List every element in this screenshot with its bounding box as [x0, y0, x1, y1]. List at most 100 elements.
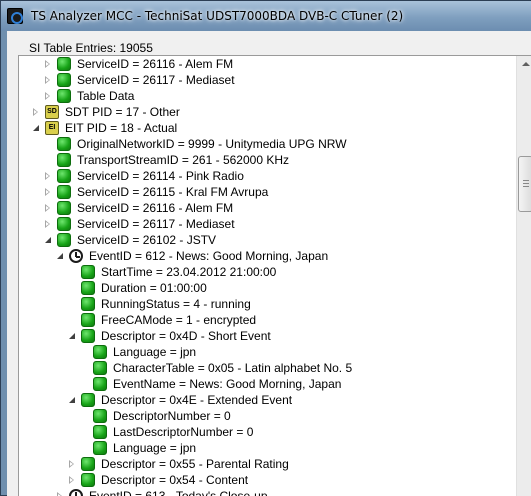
green-square-icon [57, 89, 71, 103]
tree-node-label: FreeCAMode = 1 - encrypted [101, 313, 257, 327]
expand-arrow-icon[interactable] [45, 60, 50, 68]
tree-node-label: OriginalNetworkID = 9999 - Unitymedia UP… [77, 137, 347, 151]
tree-node[interactable]: Language = jpn [19, 440, 509, 456]
expand-arrow-icon[interactable] [45, 220, 50, 228]
collapse-arrow-icon[interactable] [69, 333, 75, 339]
green-square-icon [57, 217, 71, 231]
green-square-icon [81, 393, 95, 407]
tree-node-label: ServiceID = 26102 - JSTV [77, 233, 217, 247]
expand-arrow-icon[interactable] [33, 108, 38, 116]
tree-node-label: Duration = 01:00:00 [101, 281, 207, 295]
collapse-arrow-icon[interactable] [45, 237, 51, 243]
tree-node[interactable]: ServiceID = 26116 - Alem FM [19, 200, 509, 216]
client-area: SI Table Entries: 19055 EventID = 613 - … [7, 31, 531, 496]
tree-node[interactable]: StartTime = 23.04.2012 21:00:00 [19, 264, 509, 280]
green-square-icon [81, 297, 95, 311]
clock-icon [69, 249, 83, 263]
tree-node[interactable]: ServiceID = 26116 - Alem FM [19, 56, 509, 72]
tree-node[interactable]: Descriptor = 0x54 - Content [19, 472, 509, 488]
tree-node[interactable]: EI EIT PID = 18 - Actual [19, 120, 509, 136]
tree-node[interactable]: ServiceID = 26114 - Pink Radio [19, 168, 509, 184]
tree-node[interactable]: DescriptorNumber = 0 [19, 408, 509, 424]
expand-arrow-icon[interactable] [69, 460, 74, 468]
expand-arrow-icon[interactable] [57, 492, 62, 496]
green-square-icon [93, 425, 107, 439]
tree-node-label: ServiceID = 26117 - Mediaset [77, 217, 235, 231]
tree-node[interactable]: CharacterTable = 0x05 - Latin alphabet N… [19, 360, 509, 376]
tree-node-label: RunningStatus = 4 - running [101, 297, 251, 311]
tree-node[interactable]: EventID = 613 - Today's Close-up [19, 488, 509, 496]
tree-node[interactable]: RunningStatus = 4 - running [19, 296, 509, 312]
green-square-icon [57, 73, 71, 87]
tree-node[interactable]: Descriptor = 0x55 - Parental Rating [19, 456, 509, 472]
tree-node[interactable]: ServiceID = 26117 - Mediaset [19, 216, 509, 232]
tree-node-label: EventName = News: Good Morning, Japan [113, 377, 342, 391]
tree-node-label: DescriptorNumber = 0 [113, 409, 231, 423]
tree-node-label: EIT PID = 18 - Actual [65, 121, 178, 135]
table-icon: SD [45, 105, 59, 119]
tree-node[interactable]: TransportStreamID = 261 - 562000 KHz [19, 152, 509, 168]
tree-node[interactable]: EventName = News: Good Morning, Japan [19, 376, 509, 392]
collapse-arrow-icon[interactable] [57, 253, 63, 259]
si-entries-count: SI Table Entries: 19055 [29, 41, 153, 55]
expand-arrow-icon[interactable] [45, 204, 50, 212]
tree-node[interactable]: ServiceID = 26115 - Kral FM Avrupa [19, 184, 509, 200]
tree-node-label: Language = jpn [113, 441, 197, 455]
tree-node[interactable]: Table Data [19, 88, 509, 104]
scroll-up-arrow-icon[interactable] [517, 56, 531, 73]
tree-node-label: ServiceID = 26116 - Alem FM [77, 201, 234, 215]
tree-node[interactable]: ServiceID = 26117 - Mediaset [19, 72, 509, 88]
collapse-arrow-icon[interactable] [69, 397, 75, 403]
title-bar[interactable]: TS Analyzer MCC - TechniSat UDST7000BDA … [1, 1, 531, 31]
tree-node[interactable]: ServiceID = 26102 - JSTV [19, 232, 509, 248]
tree-node-label: StartTime = 23.04.2012 21:00:00 [101, 265, 277, 279]
app-icon[interactable] [7, 8, 23, 24]
tree-node-label: ServiceID = 26117 - Mediaset [77, 73, 235, 87]
green-square-icon [57, 137, 71, 151]
expand-arrow-icon[interactable] [45, 188, 50, 196]
green-square-icon [81, 457, 95, 471]
tree-node-label: TransportStreamID = 261 - 562000 KHz [77, 153, 289, 167]
vertical-scrollbar[interactable] [516, 56, 531, 496]
tree-node[interactable]: SD SDT PID = 17 - Other [19, 104, 509, 120]
expand-arrow-icon[interactable] [45, 172, 50, 180]
green-square-icon [93, 441, 107, 455]
tree-node-label: Descriptor = 0x4D - Short Event [101, 329, 271, 343]
green-square-icon [81, 281, 95, 295]
green-square-icon [57, 185, 71, 199]
si-tree-view[interactable]: EventID = 613 - Today's Close-up Descript… [18, 55, 531, 496]
green-square-icon [81, 473, 95, 487]
tree-node[interactable]: Language = jpn [19, 344, 509, 360]
tree-node[interactable]: Descriptor = 0x4D - Short Event [19, 328, 509, 344]
tree-node[interactable]: LastDescriptorNumber = 0 [19, 424, 509, 440]
scrollbar-thumb[interactable] [518, 156, 531, 212]
collapse-arrow-icon[interactable] [33, 125, 39, 131]
green-square-icon [57, 153, 71, 167]
tree-node-label: Descriptor = 0x54 - Content [101, 473, 249, 487]
tree-node-label: CharacterTable = 0x05 - Latin alphabet N… [113, 361, 353, 375]
green-square-icon [81, 265, 95, 279]
tree-node[interactable]: Descriptor = 0x4E - Extended Event [19, 392, 509, 408]
expand-arrow-icon[interactable] [45, 76, 50, 84]
green-square-icon [81, 313, 95, 327]
tree-node[interactable]: FreeCAMode = 1 - encrypted [19, 312, 509, 328]
expand-arrow-icon[interactable] [69, 476, 74, 484]
tree-node[interactable]: EventID = 612 - News: Good Morning, Japa… [19, 248, 509, 264]
green-square-icon [93, 409, 107, 423]
table-icon: EI [45, 121, 59, 135]
tree-node[interactable]: OriginalNetworkID = 9999 - Unitymedia UP… [19, 136, 509, 152]
tree-node-label: Table Data [77, 89, 135, 103]
window-title: TS Analyzer MCC - TechniSat UDST7000BDA … [31, 9, 404, 23]
expand-arrow-icon[interactable] [45, 92, 50, 100]
green-square-icon [81, 329, 95, 343]
green-square-icon [93, 345, 107, 359]
tree-node-label: EventID = 613 - Today's Close-up [89, 489, 268, 496]
tree-node-label: Language = jpn [113, 345, 197, 359]
green-square-icon [57, 57, 71, 71]
tree-node[interactable]: Duration = 01:00:00 [19, 280, 509, 296]
tree-node-label: ServiceID = 26115 - Kral FM Avrupa [77, 185, 269, 199]
green-square-icon [93, 377, 107, 391]
green-square-icon [93, 361, 107, 375]
tree-node-label: LastDescriptorNumber = 0 [113, 425, 254, 439]
tree-node-label: Descriptor = 0x55 - Parental Rating [101, 457, 289, 471]
